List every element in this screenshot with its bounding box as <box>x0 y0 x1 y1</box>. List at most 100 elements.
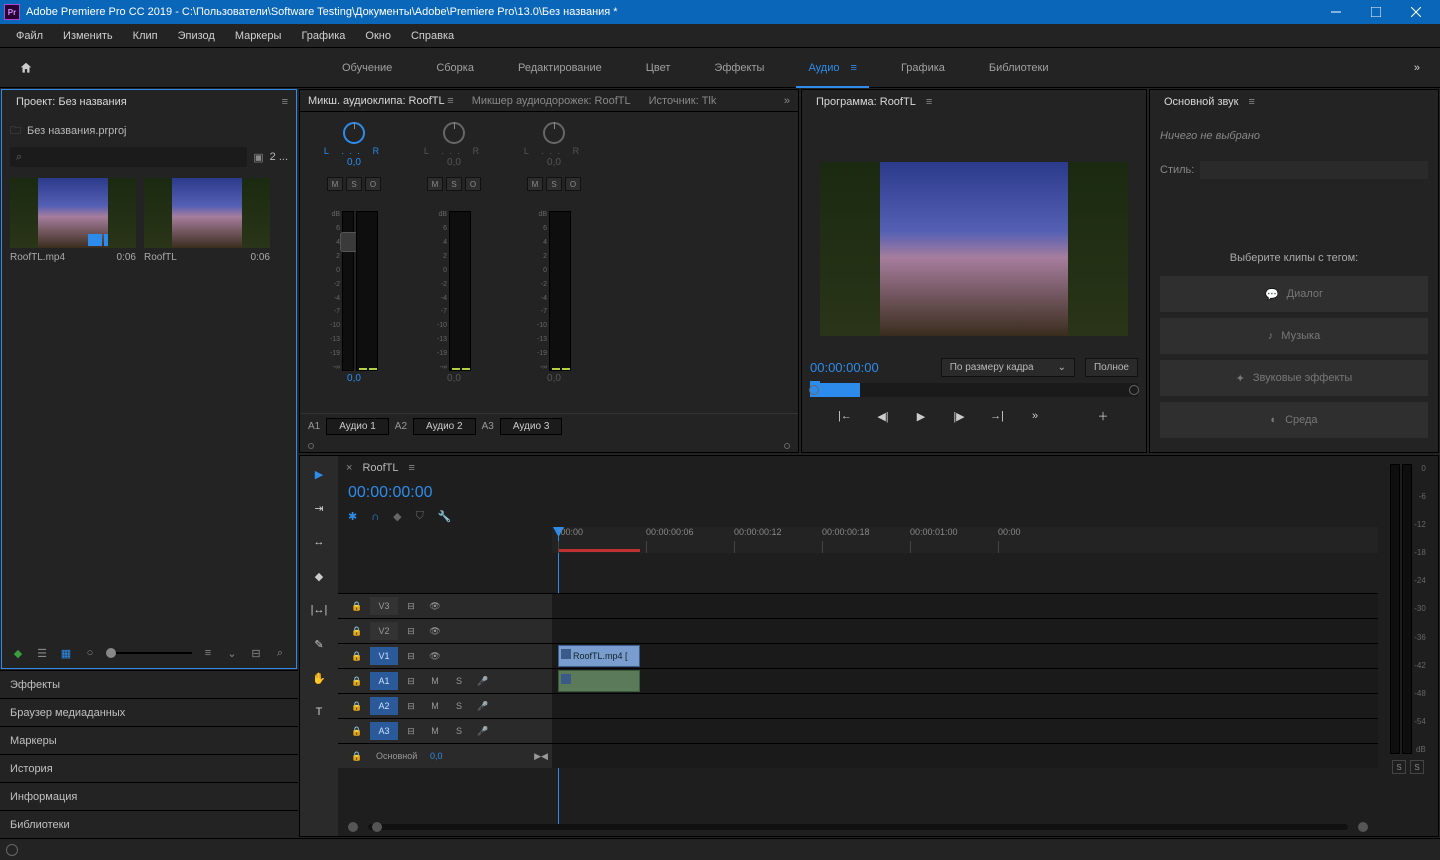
lock-icon[interactable]: 🔒 <box>346 747 368 765</box>
channel-s-button[interactable]: S <box>346 177 362 191</box>
es-tag-dialogue[interactable]: 💬Диалог <box>1160 276 1428 312</box>
track-select-tool-icon[interactable]: ⇥ <box>309 498 329 518</box>
ws-learning[interactable]: Обучение <box>320 48 414 88</box>
ripple-edit-tool-icon[interactable]: ↔ <box>309 532 329 552</box>
essential-sound-menu-icon[interactable]: ≡ <box>1248 96 1254 108</box>
lock-icon[interactable]: 🔒 <box>346 722 368 740</box>
sync-lock-icon[interactable]: ⊟ <box>400 672 422 690</box>
master-solo-l[interactable]: S <box>1392 760 1406 774</box>
voice-over-icon[interactable]: 🎤 <box>472 697 494 715</box>
marker-icon[interactable]: ◆ <box>393 510 401 523</box>
step-back-icon[interactable]: ◀| <box>874 407 892 425</box>
timeline-ruler[interactable]: :00:0000:00:00:0600:00:00:1200:00:00:180… <box>552 527 1378 553</box>
ws-color[interactable]: Цвет <box>624 48 693 88</box>
track-label[interactable]: V2 <box>370 622 398 640</box>
channel-s-button[interactable]: S <box>446 177 462 191</box>
hand-tool-icon[interactable]: ✋ <box>309 668 329 688</box>
bin-icon[interactable]: 🗀 <box>10 122 21 141</box>
snap-icon[interactable]: ✱ <box>348 510 357 523</box>
sort-icon[interactable]: ≡ <box>200 645 216 661</box>
timeline-hscroll[interactable] <box>368 824 1348 830</box>
icon-view-icon[interactable]: ▦ <box>58 645 74 661</box>
sync-lock-icon[interactable]: ⊟ <box>400 597 422 615</box>
project-panel-menu-icon[interactable]: ≡ <box>282 96 288 108</box>
mark-out-icon[interactable]: →| <box>988 407 1006 425</box>
new-bin-icon[interactable]: ▣ <box>253 151 263 164</box>
volume-fader[interactable] <box>342 211 354 371</box>
pan-value[interactable]: 0,0 <box>347 157 361 171</box>
selection-tool-icon[interactable]: ▶ <box>309 464 329 484</box>
channel-o-button[interactable]: O <box>465 177 481 191</box>
program-menu-icon[interactable]: ≡ <box>926 96 932 108</box>
shield-icon[interactable]: ⛉ <box>416 510 424 523</box>
voice-over-icon[interactable]: 🎤 <box>472 672 494 690</box>
zoom-slider[interactable] <box>106 652 192 654</box>
step-forward-icon[interactable]: |▶ <box>950 407 968 425</box>
menu-file[interactable]: Файл <box>6 24 53 48</box>
channel-name-dropdown[interactable]: Аудио 1 <box>326 418 389 435</box>
pan-value[interactable]: 0,0 <box>547 157 561 171</box>
scroll-dot[interactable] <box>308 443 314 449</box>
ws-assembly[interactable]: Сборка <box>414 48 496 88</box>
solo-button[interactable]: S <box>448 722 470 740</box>
program-scrubber[interactable] <box>810 383 1138 397</box>
sync-lock-icon[interactable]: ⊟ <box>400 697 422 715</box>
track-label[interactable]: A3 <box>370 722 398 740</box>
master-gain[interactable]: 0,0 <box>425 747 447 765</box>
ws-overflow-icon[interactable]: » <box>1394 62 1440 74</box>
ws-graphics[interactable]: Графика <box>879 48 967 88</box>
track-label[interactable]: V1 <box>370 647 398 665</box>
automate-icon[interactable]: ⊟ <box>248 645 264 661</box>
pan-dial[interactable] <box>443 122 465 144</box>
toggle-output-icon[interactable]: 👁 <box>424 647 446 665</box>
project-search-input[interactable] <box>10 147 247 167</box>
solo-button[interactable]: S <box>448 697 470 715</box>
maximize-button[interactable] <box>1356 0 1396 24</box>
es-tag-music[interactable]: ♪Музыка <box>1160 318 1428 354</box>
ws-libraries[interactable]: Библиотеки <box>967 48 1071 88</box>
channel-m-button[interactable]: M <box>427 177 443 191</box>
effects-panel-tab[interactable]: Эффекты <box>0 670 298 698</box>
media-browser-tab[interactable]: Браузер медиаданных <box>0 698 298 726</box>
libraries-panel-tab[interactable]: Библиотеки <box>0 810 298 838</box>
channel-m-button[interactable]: M <box>327 177 343 191</box>
collapse-icon[interactable]: ▶◀ <box>530 747 552 765</box>
track-label[interactable]: A1 <box>370 672 398 690</box>
lock-icon[interactable]: 🔒 <box>346 697 368 715</box>
lock-icon[interactable]: 🔒 <box>346 597 368 615</box>
gain-value[interactable]: 0,0 <box>447 373 461 384</box>
channel-name-dropdown[interactable]: Аудио 2 <box>413 418 476 435</box>
mixer-tab-track[interactable]: Микшер аудиодорожек: RoofTL <box>472 95 631 107</box>
type-tool-icon[interactable]: T <box>309 702 329 722</box>
es-tag-ambience[interactable]: ◐Среда <box>1160 402 1428 438</box>
markers-panel-tab[interactable]: Маркеры <box>0 726 298 754</box>
timeline-menu-icon[interactable]: ≡ <box>409 462 415 474</box>
menu-graphics[interactable]: Графика <box>291 24 355 48</box>
freeform-view-icon[interactable]: ○ <box>82 645 98 661</box>
razor-tool-icon[interactable]: ◆ <box>309 566 329 586</box>
gain-value[interactable]: 0,0 <box>547 373 561 384</box>
ws-effects[interactable]: Эффекты <box>692 48 786 88</box>
write-lock-icon[interactable]: ◆ <box>10 645 26 661</box>
lock-icon[interactable]: 🔒 <box>346 647 368 665</box>
slip-tool-icon[interactable]: |↔| <box>309 600 329 620</box>
video-clip[interactable]: RoofTL.mp4 [ <box>558 645 640 667</box>
es-style-dropdown[interactable] <box>1200 161 1428 179</box>
history-panel-tab[interactable]: История <box>0 754 298 782</box>
gain-value[interactable]: 0,0 <box>347 373 361 384</box>
linked-selection-icon[interactable]: ∩ <box>371 511 379 523</box>
sync-lock-icon[interactable]: ⊟ <box>400 622 422 640</box>
mixer-tab-source[interactable]: Источник: Tlk <box>649 95 717 107</box>
list-view-icon[interactable]: ☰ <box>34 645 50 661</box>
menu-window[interactable]: Окно <box>355 24 401 48</box>
pan-dial[interactable] <box>543 122 565 144</box>
sync-lock-icon[interactable]: ⊟ <box>400 647 422 665</box>
program-timecode[interactable]: 00:00:00:00 <box>810 360 879 375</box>
settings-icon[interactable]: 🔧 <box>438 510 452 523</box>
chevron-down-icon[interactable]: ⌄ <box>224 645 240 661</box>
ws-editing[interactable]: Редактирование <box>496 48 624 88</box>
pan-dial[interactable] <box>343 122 365 144</box>
ws-audio-menu-icon[interactable]: ≡ <box>843 62 857 74</box>
minimize-button[interactable] <box>1316 0 1356 24</box>
channel-s-button[interactable]: S <box>546 177 562 191</box>
